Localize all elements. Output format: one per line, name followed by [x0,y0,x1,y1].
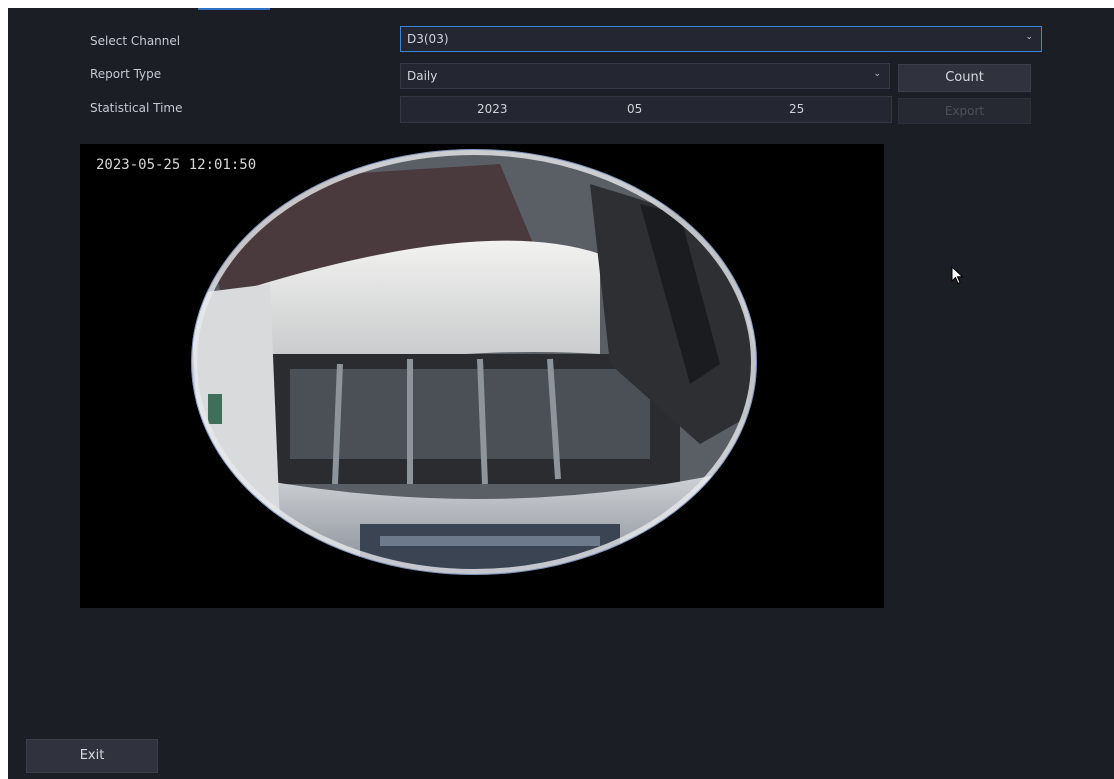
report-type-dropdown[interactable]: Daily ⌄ [400,63,890,89]
select-channel-dropdown[interactable]: D3(03) ⌄ [400,26,1042,52]
statistical-time-field[interactable]: 2023 05 25 [400,96,892,123]
count-button[interactable]: Count [898,64,1031,92]
statistical-time-label: Statistical Time [90,101,183,115]
report-type-label: Report Type [90,67,162,81]
live-video-preview: 2023-05-25 12:01:50 [80,144,884,608]
chevron-down-icon: ⌄ [873,69,881,79]
select-channel-label: Select Channel [90,34,181,48]
mouse-pointer-icon [951,265,965,290]
chevron-down-icon: ⌄ [1025,32,1033,42]
month-field[interactable]: 05 [627,102,642,116]
export-button[interactable]: Export [898,98,1031,124]
report-type-value: Daily [407,69,438,83]
select-channel-value: D3(03) [407,32,449,46]
people-counting-page: Select Channel D3(03) ⌄ Report Type Dail… [8,8,1114,779]
year-field[interactable]: 2023 [477,102,508,116]
active-tab-indicator [198,8,270,10]
day-field[interactable]: 25 [789,102,804,116]
exit-button[interactable]: Exit [26,739,158,773]
osd-timestamp: 2023-05-25 12:01:50 [96,157,257,173]
fisheye-image [191,149,757,575]
